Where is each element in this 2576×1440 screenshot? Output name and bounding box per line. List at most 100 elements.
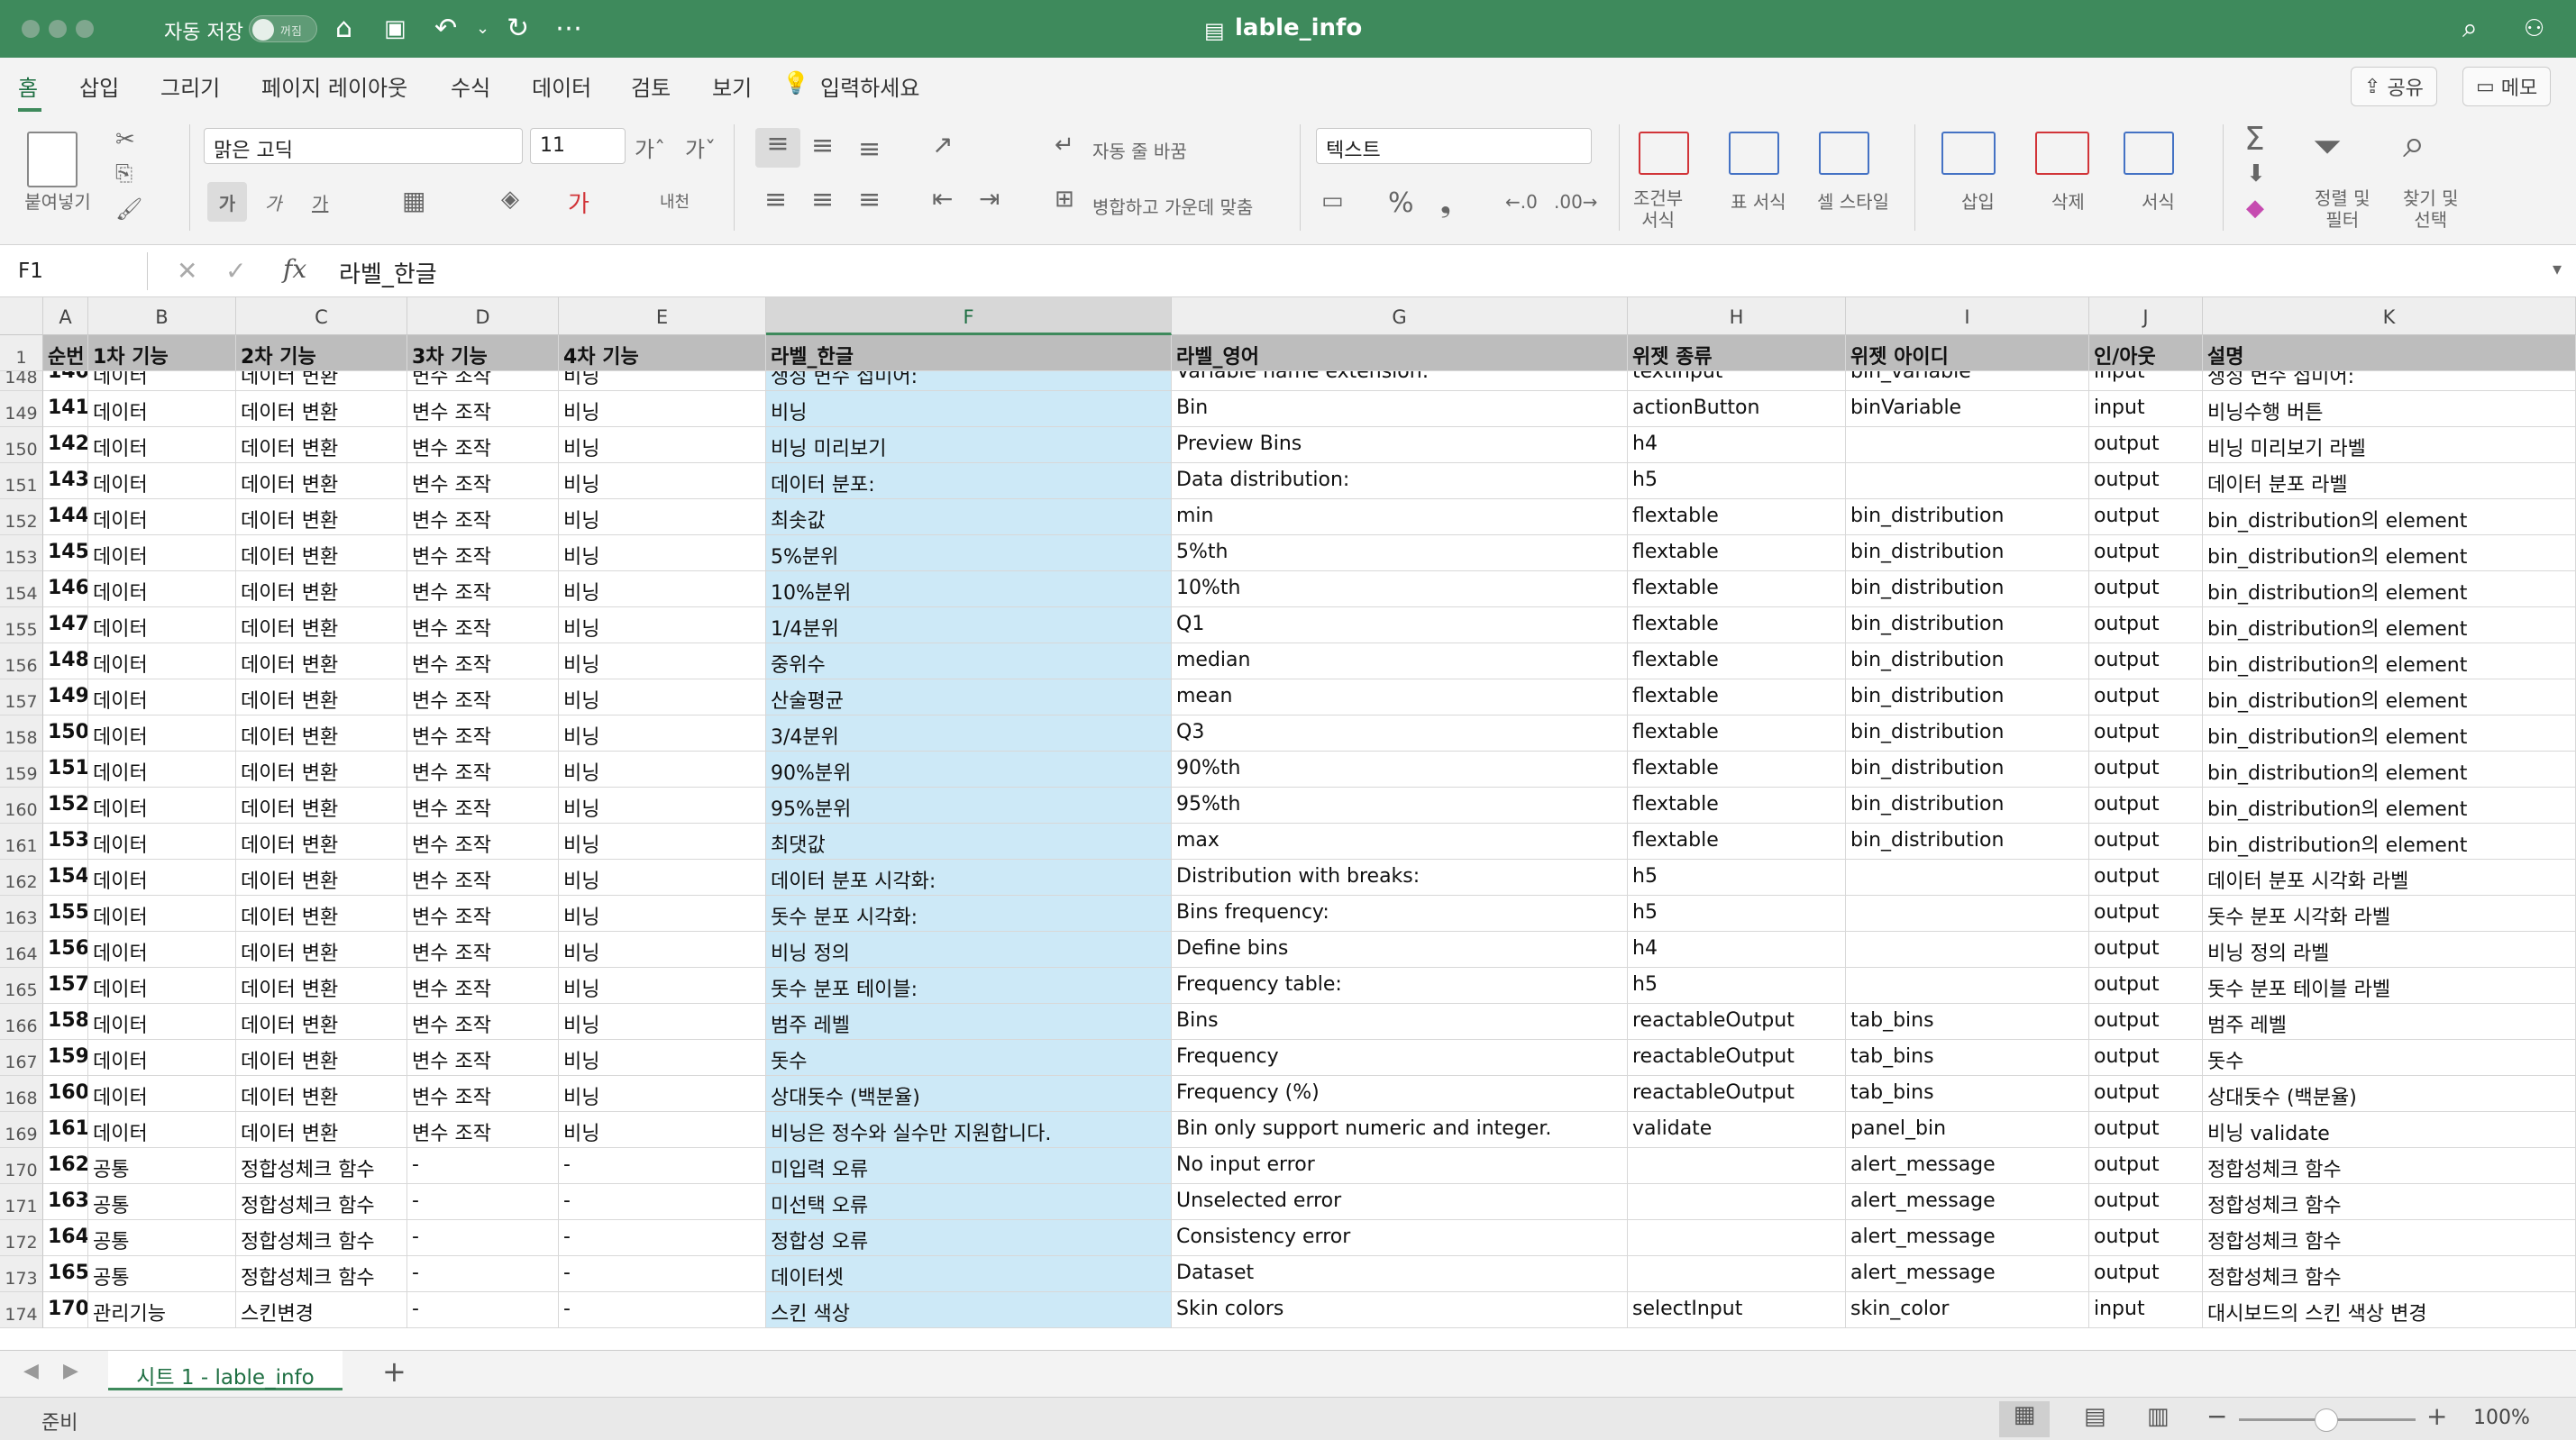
table-cell[interactable]: 데이터 분포 라벨 — [2203, 463, 2576, 499]
decrease-indent-icon[interactable]: ⇤ — [932, 184, 953, 214]
header-cell[interactable]: 4차 기능 — [559, 335, 766, 371]
home-icon[interactable]: ⌂ — [335, 13, 352, 45]
table-cell[interactable]: h5 — [1628, 968, 1846, 1004]
table-cell[interactable]: min — [1172, 499, 1628, 535]
table-cell[interactable]: selectInput — [1628, 1292, 1846, 1328]
table-cell[interactable]: 비닝 — [559, 824, 766, 860]
table-cell[interactable]: output — [2089, 1184, 2203, 1220]
table-cell[interactable]: 데이터 변환 — [236, 1004, 407, 1040]
table-cell[interactable]: alert_message — [1846, 1184, 2089, 1220]
table-cell[interactable]: bin_distribution — [1846, 788, 2089, 824]
table-cell[interactable]: 5%분위 — [766, 535, 1172, 571]
autosum-icon[interactable]: Σ — [2244, 121, 2265, 158]
table-cell[interactable]: 비닝 — [559, 607, 766, 643]
table-cell[interactable] — [1628, 1220, 1846, 1256]
row-number[interactable]: 162 — [0, 860, 43, 896]
autosave-toggle[interactable]: 꺼짐 — [249, 15, 317, 42]
currency-icon[interactable]: ▭ — [1321, 187, 1344, 214]
delete-cells-icon[interactable] — [2035, 132, 2089, 175]
row-number[interactable]: 167 — [0, 1040, 43, 1076]
table-cell[interactable]: 최댓값 — [766, 824, 1172, 860]
table-cell[interactable]: 95%th — [1172, 788, 1628, 824]
column-header[interactable]: J — [2089, 297, 2203, 335]
header-cell[interactable]: 3차 기능 — [407, 335, 559, 371]
table-cell[interactable]: output — [2089, 499, 2203, 535]
table-cell[interactable]: 데이터 변환 — [236, 932, 407, 968]
table-cell[interactable]: 158 — [43, 1004, 88, 1040]
table-cell[interactable]: Bins — [1172, 1004, 1628, 1040]
decrease-decimal-icon[interactable]: .00→ — [1554, 191, 1598, 213]
table-cell[interactable]: bin_distribution의 element — [2203, 752, 2576, 788]
table-cell[interactable]: bin_distribution의 element — [2203, 571, 2576, 607]
table-cell[interactable]: 비닝 — [559, 715, 766, 752]
borders-icon[interactable]: ▦ — [402, 186, 425, 215]
table-cell[interactable]: output — [2089, 1220, 2203, 1256]
percent-icon[interactable]: % — [1388, 187, 1414, 219]
table-cell[interactable]: bin_distribution의 element — [2203, 535, 2576, 571]
merge-center-label[interactable]: 병합하고 가운데 맞춤 — [1092, 193, 1253, 219]
row-number[interactable]: 172 — [0, 1220, 43, 1256]
table-cell[interactable]: 데이터 변환 — [236, 535, 407, 571]
cut-icon[interactable]: ✂ — [115, 126, 135, 153]
table-cell[interactable]: output — [2089, 896, 2203, 932]
table-cell[interactable]: reactableOutput — [1628, 1076, 1846, 1112]
table-cell[interactable]: flextable — [1628, 715, 1846, 752]
table-cell[interactable]: 데이터 — [88, 1076, 236, 1112]
table-cell[interactable]: 데이터 변환 — [236, 1112, 407, 1148]
table-cell[interactable] — [1846, 427, 2089, 463]
table-cell[interactable]: output — [2089, 968, 2203, 1004]
table-cell[interactable] — [1846, 463, 2089, 499]
table-cell[interactable]: 데이터 변환 — [236, 499, 407, 535]
table-cell[interactable]: input — [2089, 391, 2203, 427]
column-header[interactable]: E — [559, 297, 766, 335]
table-cell[interactable]: 데이터 변환 — [236, 1076, 407, 1112]
column-header[interactable]: B — [88, 297, 236, 335]
more-icon[interactable]: ⋯ — [555, 13, 582, 45]
table-cell[interactable]: median — [1172, 643, 1628, 679]
table-cell[interactable] — [1846, 896, 2089, 932]
font-size-select[interactable]: 11 — [530, 128, 626, 164]
tab-draw[interactable]: 그리기 — [160, 70, 220, 102]
table-cell[interactable]: 데이터 변환 — [236, 788, 407, 824]
table-cell[interactable]: 데이터 — [88, 499, 236, 535]
table-cell[interactable]: bin_distribution — [1846, 535, 2089, 571]
table-cell[interactable]: 데이터 — [88, 679, 236, 715]
row-number[interactable]: 159 — [0, 752, 43, 788]
row-number[interactable]: 174 — [0, 1292, 43, 1328]
column-header[interactable]: C — [236, 297, 407, 335]
table-cell[interactable]: - — [559, 1184, 766, 1220]
table-cell[interactable] — [1846, 968, 2089, 1004]
column-header[interactable]: G — [1172, 297, 1628, 335]
table-cell[interactable]: 데이터 분포 시각화 라벨 — [2203, 860, 2576, 896]
table-cell[interactable]: 비닝 — [559, 535, 766, 571]
table-cell[interactable]: output — [2089, 752, 2203, 788]
table-cell[interactable]: output — [2089, 607, 2203, 643]
formula-input[interactable]: 라벨_한글 — [339, 256, 437, 289]
header-cell[interactable]: 1차 기능 — [88, 335, 236, 371]
header-cell[interactable]: 라벨_영어 — [1172, 335, 1628, 371]
table-cell[interactable]: Data distribution: — [1172, 463, 1628, 499]
row-number[interactable]: 171 — [0, 1184, 43, 1220]
table-cell[interactable]: bin_distribution의 element — [2203, 679, 2576, 715]
table-cell[interactable]: 변수 조작 — [407, 1040, 559, 1076]
table-cell[interactable]: Q1 — [1172, 607, 1628, 643]
table-cell[interactable]: 중위수 — [766, 643, 1172, 679]
table-cell[interactable]: bin_distribution — [1846, 715, 2089, 752]
fx-icon[interactable]: fx — [283, 254, 306, 284]
table-cell[interactable]: 데이터 — [88, 788, 236, 824]
table-cell[interactable]: 비닝 — [559, 752, 766, 788]
table-cell[interactable]: 144 — [43, 499, 88, 535]
normal-view-icon[interactable]: ▦ — [1999, 1401, 2050, 1437]
table-cell[interactable]: 159 — [43, 1040, 88, 1076]
table-cell[interactable]: 데이터 분포 시각화: — [766, 860, 1172, 896]
tab-view[interactable]: 보기 — [712, 70, 752, 102]
italic-button[interactable]: 가 — [265, 189, 281, 215]
table-cell[interactable]: Bin — [1172, 391, 1628, 427]
table-cell[interactable]: tab_bins — [1846, 1076, 2089, 1112]
table-cell[interactable]: 10%th — [1172, 571, 1628, 607]
table-cell[interactable]: 162 — [43, 1148, 88, 1184]
cancel-icon[interactable]: ✕ — [177, 256, 197, 286]
undo-icon[interactable]: ↶ — [434, 13, 457, 45]
table-cell[interactable]: 90%분위 — [766, 752, 1172, 788]
table-cell[interactable]: 154 — [43, 860, 88, 896]
